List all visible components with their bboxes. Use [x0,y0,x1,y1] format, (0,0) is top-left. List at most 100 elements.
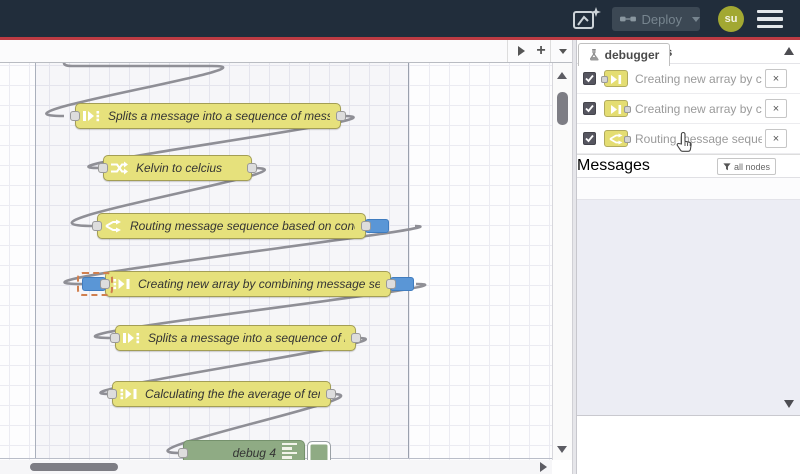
output-port[interactable] [326,389,336,399]
output-port[interactable] [336,111,346,121]
deploy-label: Deploy [641,11,682,27]
messages-section-header[interactable]: Messages all nodes [577,154,800,178]
tab-label: debugger [604,48,660,62]
output-port[interactable] [361,221,371,231]
breakpoint-node-icon [601,70,628,87]
app-header: Deploy su [0,0,800,37]
input-port[interactable] [107,389,117,399]
output-port-icon [624,105,631,113]
avatar[interactable]: su [718,6,744,32]
breakpoint-node-icon [604,100,631,117]
remove-breakpoint-button[interactable]: × [765,99,787,118]
output-port[interactable] [351,333,361,343]
node-split-2[interactable]: Splits a message into a sequence of mess… [110,325,361,351]
scroll-right-icon[interactable] [540,462,547,472]
input-port[interactable] [100,279,110,289]
output-port[interactable] [386,279,396,289]
horizontal-scroll-thumb[interactable] [30,463,118,471]
check-icon [585,74,594,83]
tab-scroll-right-button[interactable] [510,40,532,62]
debug-enable-toggle[interactable] [307,441,331,460]
input-port[interactable] [70,111,80,121]
sidebar-footer [577,200,800,416]
messages-empty-list [577,178,800,200]
node-label: Splits a message into a sequence of mess… [108,109,330,123]
scroll-up-icon[interactable] [557,72,567,79]
filter-label: all nodes [733,161,770,172]
split-icon [83,111,100,122]
node-label: Splits a message into a sequence of mess… [148,331,345,345]
breakpoint-checkbox[interactable] [583,72,596,85]
add-flow-button[interactable]: + [530,40,552,62]
join-icon [113,279,130,290]
close-icon: × [772,132,780,145]
plus-icon: + [536,42,546,59]
remove-breakpoint-button[interactable]: × [765,129,787,148]
breakpoint-checkbox[interactable] [583,102,596,115]
filter-icon [723,162,731,170]
node-join-creating-array[interactable]: Creating new array by combining message … [77,271,414,297]
tabbar-separator [507,40,508,62]
messages-title: Messages [577,157,650,174]
change-icon [111,161,128,175]
flow-canvas[interactable]: Splits a message into a sequence of mess… [0,63,552,460]
breakpoint-row[interactable]: Creating new array by combining message … [577,64,800,94]
node-red-window: Deploy su + Splits a message into a sequ… [0,0,800,474]
node-label: debug 4 [232,446,276,460]
scroll-down-icon[interactable] [557,446,567,453]
vertical-scroll-thumb[interactable] [557,92,568,125]
sidebar: debugger i [577,40,800,474]
remove-breakpoint-button[interactable]: × [765,69,787,88]
join-icon [120,389,137,400]
node-label: Calculating the the average of temperatu… [145,387,320,401]
node-change-kelvin[interactable]: Kelvin to celcius [98,155,257,181]
node-label: Routing message sequence based on condit… [130,219,355,233]
input-port[interactable] [92,221,102,231]
check-icon [585,134,594,143]
breakpoint-node-icon [604,130,631,147]
scroll-right-icon [517,46,525,56]
output-port[interactable] [247,163,257,173]
deploy-caret-icon[interactable] [692,16,700,22]
deploy-button[interactable]: Deploy [612,7,700,31]
input-port[interactable] [98,163,108,173]
switch-icon [609,133,623,145]
debug-list-icon [282,442,300,460]
chevron-down-icon [559,48,567,54]
workspace-tab-bar: + [0,40,572,63]
node-label: Kelvin to celcius [136,161,223,175]
tabbar-separator [550,40,551,62]
breakpoint-checkbox[interactable] [583,132,596,145]
breakpoint-label: Routing message sequence based on condit… [635,131,762,146]
input-port-icon [601,75,608,83]
export-image-icon[interactable] [570,6,602,32]
switch-icon [105,219,121,233]
node-label: Creating new array by combining message … [138,277,380,291]
hand-cursor [676,131,692,152]
deploy-node-icon [620,16,636,22]
output-port-icon [624,135,631,143]
flask-icon [589,48,599,61]
canvas-vertical-scrollbar[interactable] [552,63,572,460]
join-icon [611,74,622,84]
sidebar-scroll-up-icon[interactable] [784,47,794,55]
check-icon [585,104,594,113]
breakpoint-label: Creating new array by combining message … [635,101,762,116]
breakpoint-label: Creating new array by combining message … [635,71,762,86]
node-join-average[interactable]: Calculating the the average of temperatu… [107,381,336,407]
node-split-1[interactable]: Splits a message into a sequence of mess… [70,103,346,129]
canvas-horizontal-scrollbar[interactable] [0,460,552,474]
sidebar-scroll-down-icon[interactable] [784,400,794,408]
input-port[interactable] [178,448,188,458]
node-debug-4[interactable]: debug 4 [178,440,331,460]
tab-debugger[interactable]: debugger [578,43,670,66]
node-switch-routing[interactable]: Routing message sequence based on condit… [92,213,389,239]
input-port[interactable] [110,333,120,343]
close-icon: × [772,102,780,115]
split-icon [123,333,140,344]
messages-filter-button[interactable]: all nodes [716,158,776,175]
close-icon: × [772,72,780,85]
main-menu-icon[interactable] [757,10,783,28]
tab-list-button[interactable] [552,40,574,62]
breakpoint-row[interactable]: Creating new array by combining message … [577,94,800,124]
